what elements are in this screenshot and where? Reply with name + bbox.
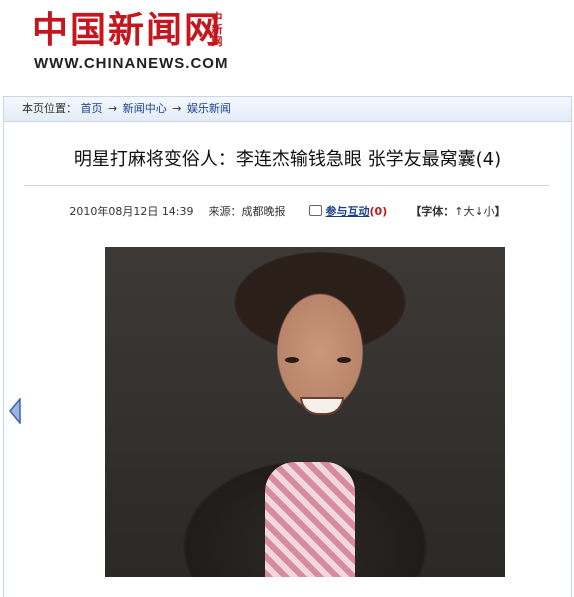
photo-detail (285, 357, 299, 363)
site-url[interactable]: WWW.CHINANEWS.COM (34, 55, 228, 72)
site-header: 中国新闻网 中 新 网 WWW.CHINANEWS.COM (0, 0, 574, 95)
photo-detail (337, 357, 351, 363)
breadcrumb-home[interactable]: 首页 (81, 102, 103, 115)
site-logo-side: 中 新 网 (208, 12, 226, 48)
breadcrumb-entertainment[interactable]: 娱乐新闻 (187, 102, 231, 115)
font-prefix: 【字体： (410, 205, 455, 218)
article-photo[interactable] (105, 247, 505, 577)
article-title: 明星打麻将变俗人：李连杰输钱急眼 张学友最窝囊(4) (73, 149, 502, 170)
photo-detail (300, 397, 344, 415)
comment-count-close: ) (382, 205, 388, 218)
publish-date: 2010年08月12日 14:39 (69, 205, 194, 218)
comment-icon (308, 205, 322, 216)
font-size-control: 【字体：↑大↓小】 (410, 205, 505, 218)
breadcrumb-label: 本页位置： (22, 102, 77, 115)
breadcrumb-separator: → (108, 102, 118, 115)
logo-side-char: 网 (211, 35, 223, 48)
left-arrow-icon[interactable] (8, 398, 22, 424)
font-larger-button[interactable]: ↑大 (454, 205, 474, 218)
breadcrumb-news-center[interactable]: 新闻中心 (123, 102, 167, 115)
article-source: 来源：成都晚报 (208, 205, 286, 218)
breadcrumb: 本页位置： 首页 → 新闻中心 → 娱乐新闻 (4, 97, 571, 122)
content-frame: 本页位置： 首页 → 新闻中心 → 娱乐新闻 明星打麻将变俗人：李连杰输钱急眼 … (3, 96, 572, 597)
font-suffix: 】 (494, 205, 506, 218)
interact-link[interactable]: 参与互动 (326, 205, 370, 218)
font-smaller-button[interactable]: ↓小 (474, 205, 494, 218)
article-meta: 2010年08月12日 14:39 来源：成都晚报 参与互动(0) 【字体：↑大… (4, 203, 571, 219)
title-divider (24, 185, 549, 186)
site-logo[interactable]: 中国新闻网 (32, 8, 222, 52)
breadcrumb-separator: → (172, 102, 182, 115)
photo-detail (265, 462, 355, 577)
